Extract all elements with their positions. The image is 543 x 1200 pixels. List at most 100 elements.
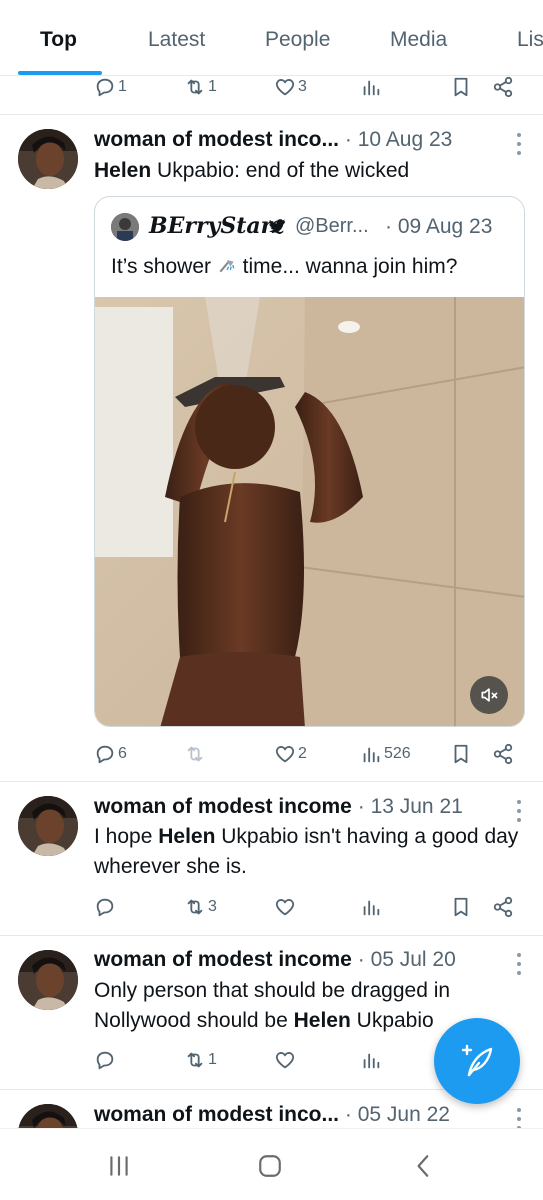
repost-count: 1 bbox=[208, 78, 217, 95]
views-icon bbox=[363, 747, 380, 763]
separator: · bbox=[344, 128, 352, 151]
reply-button[interactable]: 1 bbox=[94, 70, 127, 104]
avatar[interactable] bbox=[18, 129, 78, 189]
like-button[interactable] bbox=[274, 1043, 296, 1077]
bookmark-button[interactable] bbox=[450, 737, 472, 771]
avatar-photo bbox=[18, 796, 78, 856]
views-button[interactable]: 526 bbox=[360, 737, 411, 771]
bookmark-button[interactable] bbox=[450, 890, 472, 924]
reply-icon bbox=[96, 78, 114, 97]
display-name[interactable]: woman of modest inco... bbox=[94, 128, 339, 151]
reply-count: 1 bbox=[118, 78, 127, 95]
views-button[interactable] bbox=[360, 890, 382, 924]
tweet-text: I hope Helen Ukpabio isn't having a good… bbox=[94, 825, 519, 878]
timestamp[interactable]: 05 Jun 22 bbox=[358, 1103, 450, 1126]
tweet-action-bar: 3 bbox=[0, 890, 543, 924]
bookmark-icon bbox=[454, 77, 468, 97]
repost-button[interactable] bbox=[184, 737, 208, 771]
quoted-tweet[interactable]: BErryStarz @Berr... · 09 Aug 23 It’s sho… bbox=[94, 196, 525, 727]
tab-media[interactable]: Media bbox=[390, 28, 447, 52]
views-icon bbox=[363, 80, 380, 96]
repost-button[interactable]: 1 bbox=[184, 70, 217, 104]
repost-icon bbox=[187, 79, 203, 95]
display-name[interactable]: woman of modest income bbox=[94, 795, 352, 818]
heart-icon bbox=[275, 1052, 295, 1069]
recent-apps-icon bbox=[110, 1156, 128, 1176]
quoted-timestamp: · 09 Aug 23 bbox=[385, 215, 493, 238]
share-icon bbox=[493, 76, 513, 98]
views-icon bbox=[363, 1053, 380, 1069]
back-button[interactable] bbox=[407, 1149, 441, 1183]
tab-people[interactable]: People bbox=[265, 28, 330, 52]
more-options-icon[interactable] bbox=[515, 953, 523, 975]
timestamp[interactable]: 05 Jul 20 bbox=[371, 948, 456, 971]
repost-count: 3 bbox=[208, 898, 217, 915]
tab-top[interactable]: Top bbox=[40, 28, 77, 52]
system-navigation-bar bbox=[0, 1128, 543, 1200]
tweet-text: Helen Ukpabio: end of the wicked bbox=[94, 156, 524, 186]
more-options-icon[interactable] bbox=[515, 1108, 523, 1128]
heart-icon bbox=[275, 79, 295, 96]
share-button[interactable] bbox=[492, 70, 514, 104]
tweet[interactable]: woman of modest inco... · 10 Aug 23 Hele… bbox=[0, 115, 543, 781]
share-icon bbox=[493, 743, 513, 765]
share-button[interactable] bbox=[492, 890, 514, 924]
reply-button[interactable] bbox=[94, 1043, 116, 1077]
like-count: 3 bbox=[298, 78, 307, 95]
repost-icon bbox=[187, 1052, 203, 1068]
mute-button[interactable] bbox=[470, 676, 508, 714]
like-button[interactable] bbox=[274, 890, 296, 924]
avatar[interactable] bbox=[18, 796, 78, 856]
avatar[interactable] bbox=[18, 950, 78, 1010]
repost-count: 1 bbox=[208, 1051, 217, 1068]
avatar-photo bbox=[18, 1104, 78, 1128]
like-count: 2 bbox=[298, 745, 307, 762]
like-button[interactable]: 2 bbox=[274, 737, 307, 771]
quoted-avatar bbox=[111, 213, 139, 241]
timestamp[interactable]: 10 Aug 23 bbox=[358, 128, 453, 151]
avatar[interactable] bbox=[18, 1104, 78, 1128]
separator: · bbox=[344, 1103, 352, 1126]
display-name[interactable]: woman of modest income bbox=[94, 948, 352, 971]
compose-feather-icon bbox=[461, 1044, 493, 1077]
tweet-action-bar: 6 2 526 bbox=[0, 737, 543, 771]
share-button[interactable] bbox=[492, 737, 514, 771]
views-count: 526 bbox=[384, 745, 411, 762]
like-button[interactable]: 3 bbox=[274, 70, 307, 104]
tweet-header: woman of modest income · 05 Jul 20 bbox=[94, 948, 456, 972]
more-options-icon[interactable] bbox=[515, 133, 523, 155]
home-button[interactable] bbox=[253, 1149, 287, 1183]
reply-icon bbox=[96, 1051, 114, 1070]
compose-button[interactable] bbox=[434, 1018, 520, 1104]
reply-button[interactable]: 6 bbox=[94, 737, 127, 771]
heart-icon bbox=[275, 899, 295, 916]
recent-apps-button[interactable] bbox=[102, 1149, 136, 1183]
tab-latest[interactable]: Latest bbox=[148, 28, 205, 52]
tab-lists[interactable]: Lis bbox=[517, 28, 543, 52]
views-button[interactable] bbox=[360, 1043, 382, 1077]
display-name[interactable]: woman of modest inco... bbox=[94, 1103, 339, 1126]
reply-icon bbox=[96, 898, 114, 917]
timestamp[interactable]: 13 Jun 21 bbox=[371, 795, 463, 818]
highlight: Helen bbox=[158, 825, 216, 848]
more-options-icon[interactable] bbox=[515, 800, 523, 822]
reply-count: 6 bbox=[118, 745, 127, 762]
repost-button[interactable]: 3 bbox=[184, 890, 217, 924]
back-icon bbox=[417, 1155, 429, 1177]
repost-button[interactable]: 1 bbox=[184, 1043, 217, 1077]
views-button[interactable] bbox=[360, 70, 382, 104]
bookmark-icon bbox=[454, 897, 468, 917]
quoted-text: It’s shower time... wanna join him? bbox=[111, 255, 458, 278]
tweet-header: woman of modest inco... · 05 Jun 22 bbox=[94, 1103, 450, 1127]
tweet-text: Only person that should be dragged in No… bbox=[94, 979, 451, 1032]
separator: · bbox=[357, 795, 365, 818]
bookmark-icon bbox=[454, 744, 468, 764]
tweet[interactable]: woman of modest income · 13 Jun 21 I hop… bbox=[0, 782, 543, 935]
text-rest: Ukpabio: end of the wicked bbox=[151, 159, 410, 182]
video-thumbnail[interactable] bbox=[95, 297, 524, 726]
avatar-photo bbox=[18, 129, 78, 189]
bookmark-button[interactable] bbox=[450, 70, 472, 104]
shower-emoji bbox=[217, 255, 237, 278]
reply-button[interactable] bbox=[94, 890, 116, 924]
quoted-handle: @Berr... bbox=[295, 215, 369, 237]
